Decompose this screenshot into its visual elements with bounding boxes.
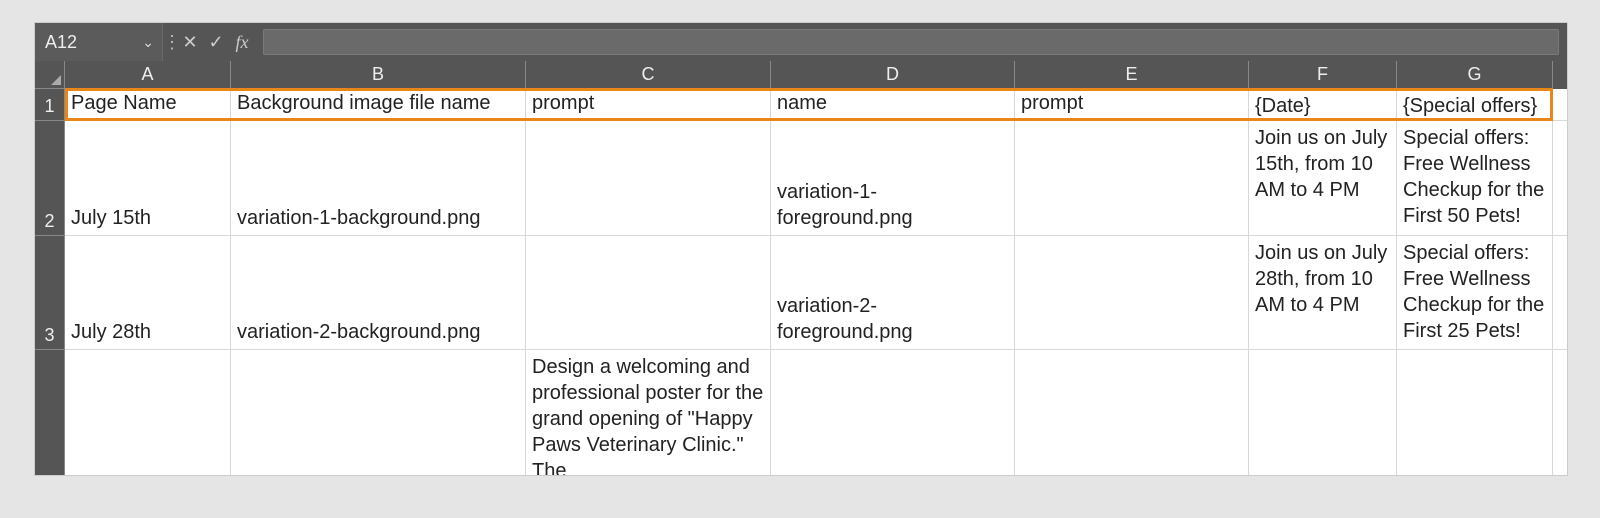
- table-row: July 15thvariation-1-background.png varia…: [65, 121, 1567, 236]
- cell[interactable]: {Special offers}: [1397, 89, 1553, 120]
- cell[interactable]: Special offers: Free Wellness Checkup fo…: [1397, 236, 1553, 349]
- cell[interactable]: [1249, 350, 1397, 475]
- cell[interactable]: July 28th: [65, 236, 231, 349]
- accept-icon[interactable]: ✓: [203, 32, 229, 53]
- cancel-icon[interactable]: ✕: [177, 32, 203, 53]
- name-box-value: A12: [45, 32, 77, 53]
- cell[interactable]: Foreground image prompt: [1015, 89, 1249, 120]
- column-headers: ABCDEFG: [65, 61, 1567, 89]
- row-header[interactable]: 3: [35, 236, 65, 350]
- column-header[interactable]: B: [231, 61, 526, 89]
- row-header[interactable]: 1: [35, 89, 65, 121]
- formula-bar: A12 ⌄ ⋮ ✕ ✓ fx: [35, 23, 1567, 61]
- fx-icon[interactable]: fx: [229, 32, 255, 53]
- cell[interactable]: Design a welcoming and professional post…: [526, 350, 771, 475]
- cell[interactable]: Join us on July 28th, from 10 AM to 4 PM: [1249, 236, 1397, 349]
- cell[interactable]: Background image prompt: [526, 89, 771, 120]
- cell[interactable]: Foreground image file name: [771, 89, 1015, 120]
- cell[interactable]: {Date}: [1249, 89, 1397, 120]
- column-header[interactable]: E: [1015, 61, 1249, 89]
- cell[interactable]: [526, 236, 771, 349]
- cell[interactable]: [526, 121, 771, 235]
- cell[interactable]: variation-2-background.png: [231, 236, 526, 349]
- cell[interactable]: [771, 350, 1015, 475]
- formula-input[interactable]: [263, 29, 1559, 55]
- column-header[interactable]: F: [1249, 61, 1397, 89]
- row-headers: 123: [35, 89, 65, 475]
- cell[interactable]: Background image file name: [231, 89, 526, 120]
- table-row: Design a welcoming and professional post…: [65, 350, 1567, 475]
- cells-area[interactable]: Page NameBackground image file nameBackg…: [65, 89, 1567, 475]
- column-header[interactable]: G: [1397, 61, 1553, 89]
- chevron-down-icon[interactable]: ⌄: [142, 34, 154, 51]
- cell[interactable]: July 15th: [65, 121, 231, 235]
- cell[interactable]: [1015, 350, 1249, 475]
- cell[interactable]: variation-2-foreground.png: [771, 236, 1015, 349]
- table-row: Page NameBackground image file nameBackg…: [65, 89, 1567, 121]
- cell[interactable]: Join us on July 15th, from 10 AM to 4 PM: [1249, 121, 1397, 235]
- cell[interactable]: variation-1-background.png: [231, 121, 526, 235]
- spreadsheet-window: A12 ⌄ ⋮ ✕ ✓ fx ABCDEFG 123 Page NameBack…: [34, 22, 1568, 476]
- cell[interactable]: [1397, 350, 1553, 475]
- cell[interactable]: [1015, 236, 1249, 349]
- column-header[interactable]: A: [65, 61, 231, 89]
- separator-icon: ⋮: [163, 32, 177, 53]
- cell[interactable]: variation-1-foreground.png: [771, 121, 1015, 235]
- cell[interactable]: [1015, 121, 1249, 235]
- cell[interactable]: [65, 350, 231, 475]
- name-box[interactable]: A12 ⌄: [35, 23, 163, 61]
- grid: ABCDEFG 123 Page NameBackground image fi…: [35, 61, 1567, 475]
- column-header[interactable]: C: [526, 61, 771, 89]
- column-header[interactable]: D: [771, 61, 1015, 89]
- row-header[interactable]: [35, 350, 65, 475]
- table-row: July 28thvariation-2-background.png varia…: [65, 236, 1567, 350]
- select-all-corner[interactable]: [35, 61, 65, 89]
- cell[interactable]: Special offers: Free Wellness Checkup fo…: [1397, 121, 1553, 235]
- row-header[interactable]: 2: [35, 121, 65, 236]
- cell[interactable]: [231, 350, 526, 475]
- cell[interactable]: Page Name: [65, 89, 231, 120]
